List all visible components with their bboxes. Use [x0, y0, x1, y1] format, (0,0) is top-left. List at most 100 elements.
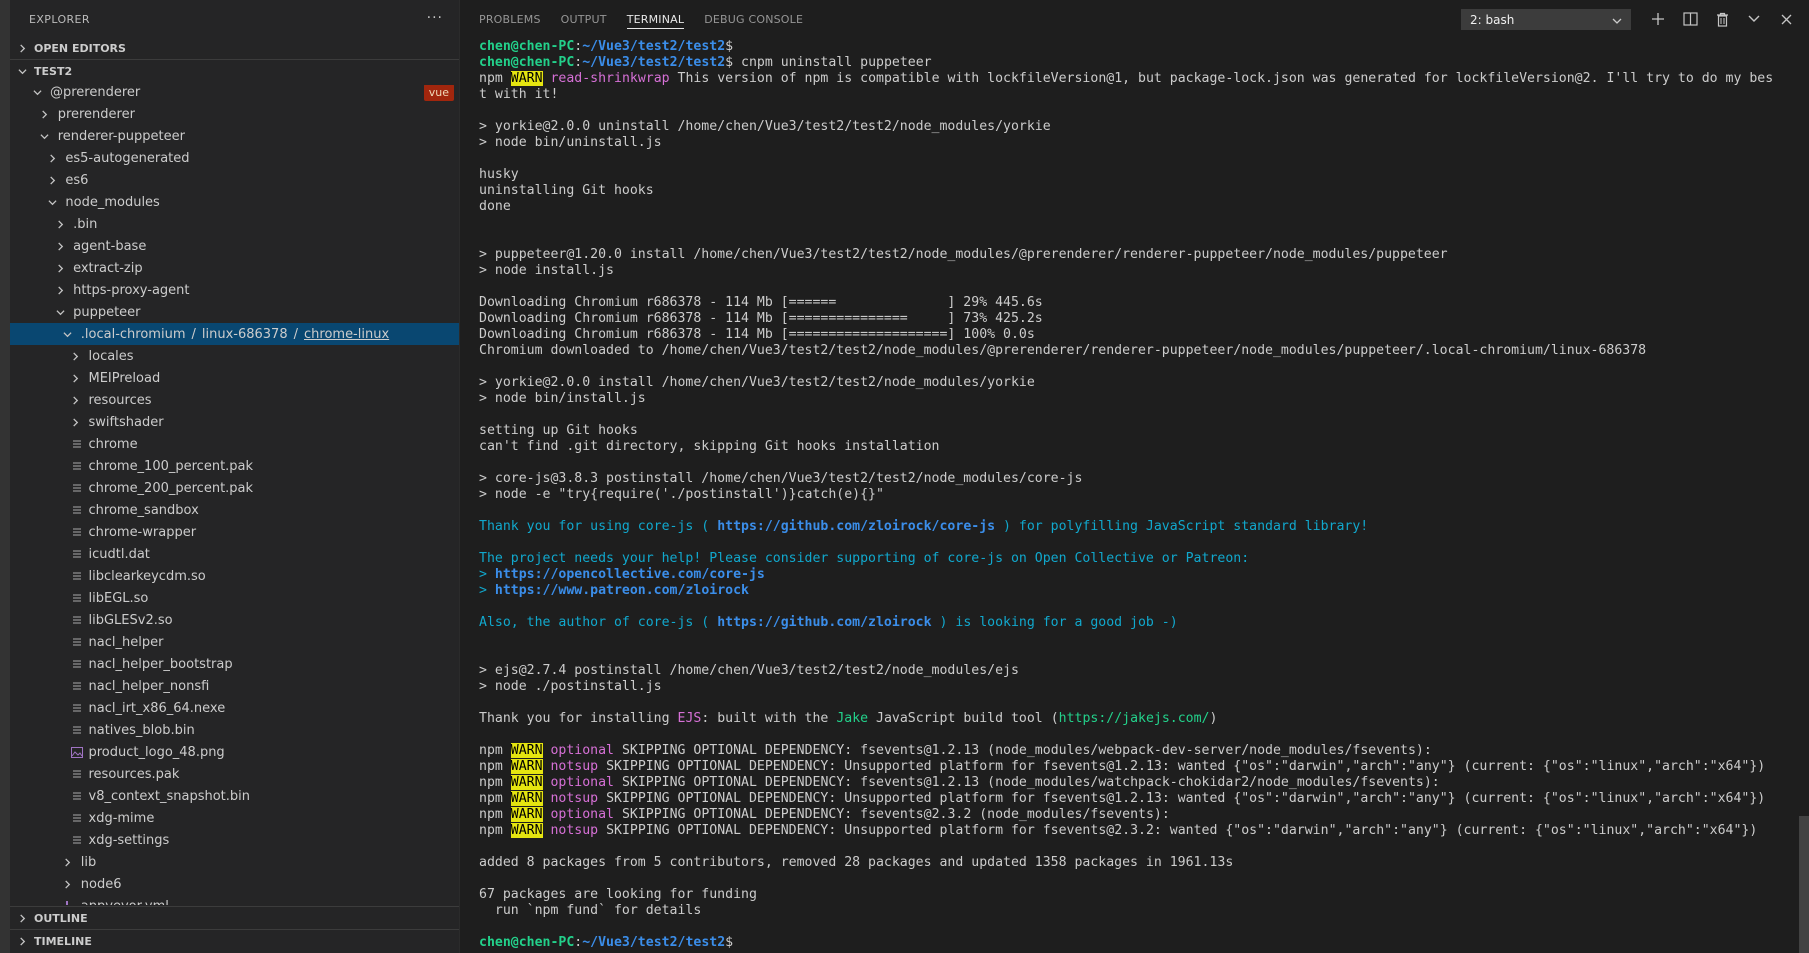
terminal-scrollbar[interactable]: [1799, 816, 1809, 953]
terminal-line: done: [479, 199, 511, 214]
terminal-line: chen@chen-PC:~/Vue3/test2/test2$: [479, 39, 734, 54]
project-label: TEST2: [34, 64, 73, 78]
breadcrumb-separator: /: [293, 326, 298, 342]
maximize-panel-icon[interactable]: [1745, 10, 1763, 28]
breadcrumb-segment[interactable]: chrome-linux: [304, 327, 389, 342]
tree-folder[interactable]: node_modules: [10, 191, 459, 213]
terminal-select[interactable]: 2: bash: [1461, 9, 1631, 30]
tree-folder[interactable]: locales: [10, 345, 459, 367]
terminal-line: npm WARN optional SKIPPING OPTIONAL DEPE…: [479, 775, 1440, 790]
terminal-line: npm WARN notsup SKIPPING OPTIONAL DEPEND…: [479, 759, 1766, 774]
tree-file[interactable]: nacl_helper: [10, 631, 459, 653]
new-terminal-icon[interactable]: [1649, 10, 1667, 28]
terminal-line: > yorkie@2.0.0 install /home/chen/Vue3/t…: [479, 375, 1035, 390]
chevron-right-icon: [53, 283, 67, 297]
tree-item-label: extract-zip: [73, 260, 143, 276]
tree-folder[interactable]: lib: [10, 851, 459, 873]
tree-file[interactable]: natives_blob.bin: [10, 719, 459, 741]
tree-folder[interactable]: swiftshader: [10, 411, 459, 433]
tree-file[interactable]: product_logo_48.png: [10, 741, 459, 763]
breadcrumb-segment[interactable]: .local-chromium: [81, 327, 186, 342]
tree-file[interactable]: resources.pak: [10, 763, 459, 785]
tree-file[interactable]: xdg-mime: [10, 807, 459, 829]
trash-icon[interactable]: [1713, 10, 1731, 28]
tree-folder[interactable]: prerenderer: [10, 103, 459, 125]
tree-folder[interactable]: @prerenderer vue: [10, 85, 459, 103]
tree-folder[interactable]: resources: [10, 389, 459, 411]
tree-folder[interactable]: node6: [10, 873, 459, 895]
terminal-line: Downloading Chromium r686378 - 114 Mb [=…: [479, 327, 1035, 342]
tree-file[interactable]: libclearkeycdm.so: [10, 565, 459, 587]
tree-folder[interactable]: MEIPreload: [10, 367, 459, 389]
terminal-line: chen@chen-PC:~/Vue3/test2/test2$ cnpm un…: [479, 55, 932, 70]
timeline-section[interactable]: TIMELINE: [10, 930, 459, 952]
tree-item-label: @prerenderer: [50, 85, 141, 100]
outline-section[interactable]: OUTLINE: [10, 907, 459, 929]
close-panel-icon[interactable]: [1777, 10, 1795, 28]
file-icon: [71, 724, 83, 736]
terminal-line: Thank you for installing EJS: built with…: [479, 711, 1218, 726]
tree-folder[interactable]: es6: [10, 169, 459, 191]
tree-item-label: es6: [65, 172, 89, 188]
tree-file[interactable]: v8_context_snapshot.bin: [10, 785, 459, 807]
tree-file[interactable]: chrome_sandbox: [10, 499, 459, 521]
project-section-test2[interactable]: TEST2: [10, 60, 459, 82]
tree-file[interactable]: icudtl.dat: [10, 543, 459, 565]
file-tree: @prerenderer vue prerenderer renderer-puppe…: [10, 85, 459, 905]
tree-file[interactable]: libGLESv2.so: [10, 609, 459, 631]
tab-debug-console[interactable]: DEBUG CONSOLE: [704, 0, 803, 38]
terminal-output[interactable]: chen@chen-PC:~/Vue3/test2/test2$ chen@che…: [479, 39, 1804, 953]
file-icon: [71, 636, 83, 648]
tree-file[interactable]: chrome_200_percent.pak: [10, 477, 459, 499]
tree-item-label: nacl_helper_nonsfi: [88, 678, 210, 694]
terminal-line: > node -e "try{require('./postinstall')}…: [479, 487, 884, 502]
split-terminal-icon[interactable]: [1681, 10, 1699, 28]
tree-folder[interactable]: .bin: [10, 213, 459, 235]
tree-file[interactable]: chrome: [10, 433, 459, 455]
tree-item-label: resources: [88, 392, 152, 408]
tree-item-label: nacl_irt_x86_64.nexe: [88, 700, 226, 716]
vue-badge: vue: [423, 85, 454, 101]
tree-file[interactable]: nacl_irt_x86_64.nexe: [10, 697, 459, 719]
terminal-line: > node ./postinstall.js: [479, 679, 662, 694]
tree-file[interactable]: xdg-settings: [10, 829, 459, 851]
tab-problems[interactable]: PROBLEMS: [479, 0, 541, 38]
tree-file[interactable]: chrome_100_percent.pak: [10, 455, 459, 477]
tree-file[interactable]: chrome-wrapper: [10, 521, 459, 543]
sash[interactable]: [459, 0, 468, 953]
tree-folder[interactable]: https-proxy-agent: [10, 279, 459, 301]
tree-folder[interactable]: extract-zip: [10, 257, 459, 279]
tree-folder[interactable]: renderer-puppeteer: [10, 125, 459, 147]
tree-folder[interactable]: puppeteer: [10, 301, 459, 323]
tree-file[interactable]: nacl_helper_nonsfi: [10, 675, 459, 697]
tree-folder[interactable]: agent-base: [10, 235, 459, 257]
file-icon: [71, 614, 83, 626]
terminal-line: npm WARN notsup SKIPPING OPTIONAL DEPEND…: [479, 791, 1766, 806]
tab-terminal[interactable]: TERMINAL: [626, 0, 685, 38]
terminal-line: > node install.js: [479, 263, 614, 278]
more-actions-icon[interactable]: ···: [427, 10, 443, 26]
terminal-line: > yorkie@2.0.0 uninstall /home/chen/Vue3…: [479, 119, 1051, 134]
tree-file[interactable]: nacl_helper_bootstrap: [10, 653, 459, 675]
file-icon: [71, 482, 83, 494]
terminal-line: run `npm fund` for details: [479, 903, 702, 918]
terminal-line: t with it!: [479, 87, 559, 102]
tree-item-label: xdg-mime: [88, 810, 155, 826]
tree-file[interactable]: appveyor.yml: [10, 895, 459, 905]
open-editors-section[interactable]: OPEN EDITORS: [10, 37, 459, 59]
tree-folder-selected[interactable]: .local-chromium / linux-686378 / chrome-linu…: [10, 323, 459, 345]
timeline-label: TIMELINE: [34, 934, 92, 948]
tab-output[interactable]: OUTPUT: [561, 0, 607, 38]
tree-file[interactable]: libEGL.so: [10, 587, 459, 609]
terminal-line: setting up Git hooks: [479, 423, 638, 438]
chevron-down-icon: [1612, 15, 1622, 25]
tree-item-label: libEGL.so: [88, 590, 149, 606]
breadcrumb-segment[interactable]: linux-686378: [202, 327, 288, 342]
tree-item-label: chrome-wrapper: [88, 524, 197, 540]
tree-folder[interactable]: es5-autogenerated: [10, 147, 459, 169]
